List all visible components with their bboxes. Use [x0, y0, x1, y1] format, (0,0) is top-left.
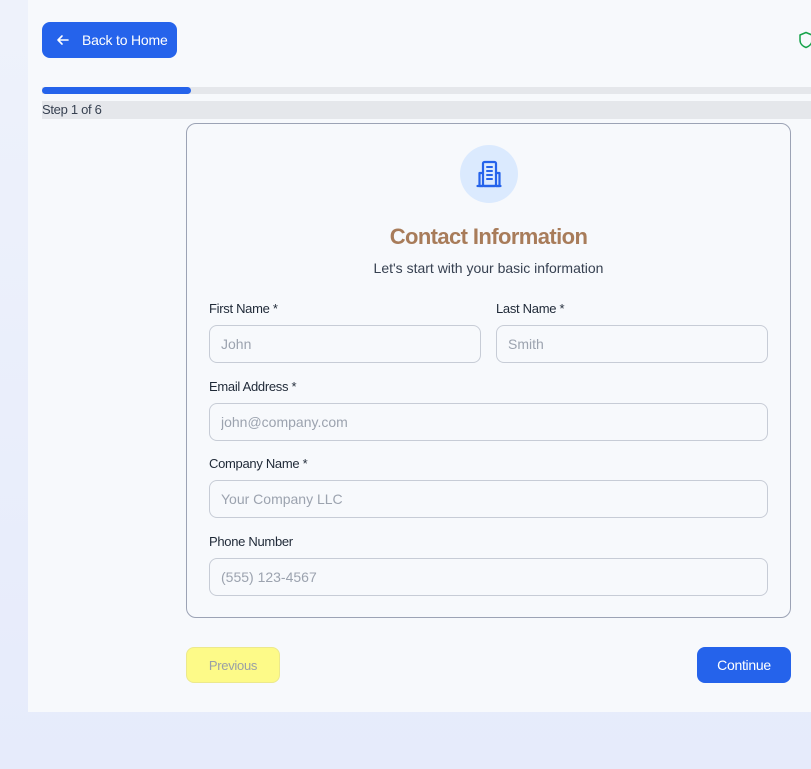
first-name-input[interactable]	[209, 325, 481, 363]
last-name-input[interactable]	[496, 325, 768, 363]
card-title: Contact Information	[389, 224, 588, 249]
back-to-home-label: Back to Home	[82, 32, 168, 48]
building-icon-badge	[460, 145, 518, 203]
step-text: Step 1 of 6	[42, 102, 102, 117]
step-indicator: Step 1 of 6	[42, 101, 811, 119]
progress-bar	[42, 87, 811, 94]
first-name-label: First Name *	[209, 301, 278, 316]
company-name-label: Company Name *	[209, 456, 308, 471]
phone-number-label: Phone Number	[209, 534, 293, 549]
last-name-label: Last Name *	[496, 301, 565, 316]
contact-information-card: Contact Information Let's start with you…	[186, 123, 791, 618]
company-name-input[interactable]	[209, 480, 768, 518]
progress-fill	[42, 87, 191, 94]
email-input[interactable]	[209, 403, 768, 441]
arrow-left-icon	[57, 35, 69, 45]
previous-button[interactable]: Previous	[186, 647, 280, 683]
shield-icon	[799, 31, 811, 49]
card-subtitle: Let's start with your basic information	[373, 260, 604, 276]
building-icon	[476, 160, 502, 188]
phone-number-input[interactable]	[209, 558, 768, 596]
back-to-home-button[interactable]: Back to Home	[42, 22, 177, 58]
email-label: Email Address *	[209, 379, 297, 394]
continue-button[interactable]: Continue	[697, 647, 791, 683]
